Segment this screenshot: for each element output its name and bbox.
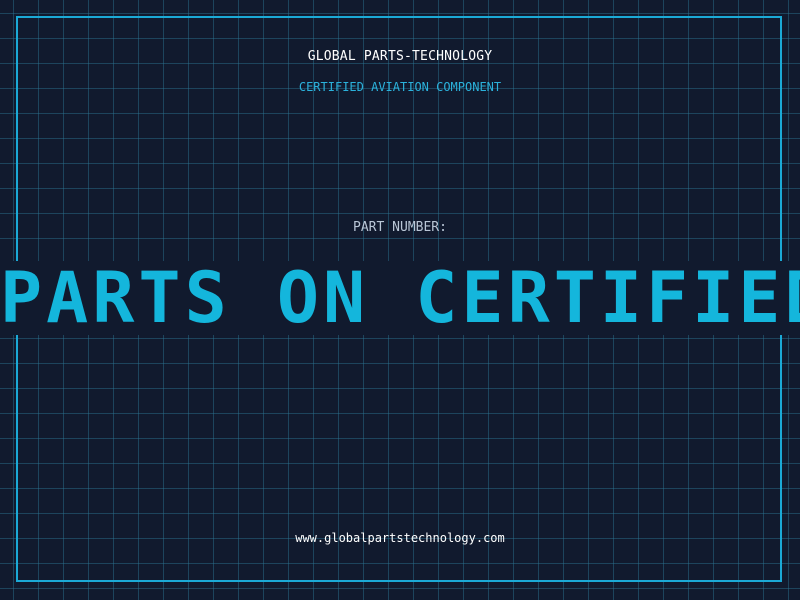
- certification-subtitle: CERTIFIED AVIATION COMPONENT: [298, 80, 502, 94]
- part-number-label: PART NUMBER:: [353, 220, 447, 235]
- part-number-value: PARTS ON CERTIFIED: [0, 261, 800, 335]
- part-number-banner: PARTS ON CERTIFIED: [0, 261, 800, 335]
- website-url: www.globalpartstechnology.com: [295, 531, 505, 545]
- company-name: GLOBAL PARTS-TECHNOLOGY: [307, 49, 493, 64]
